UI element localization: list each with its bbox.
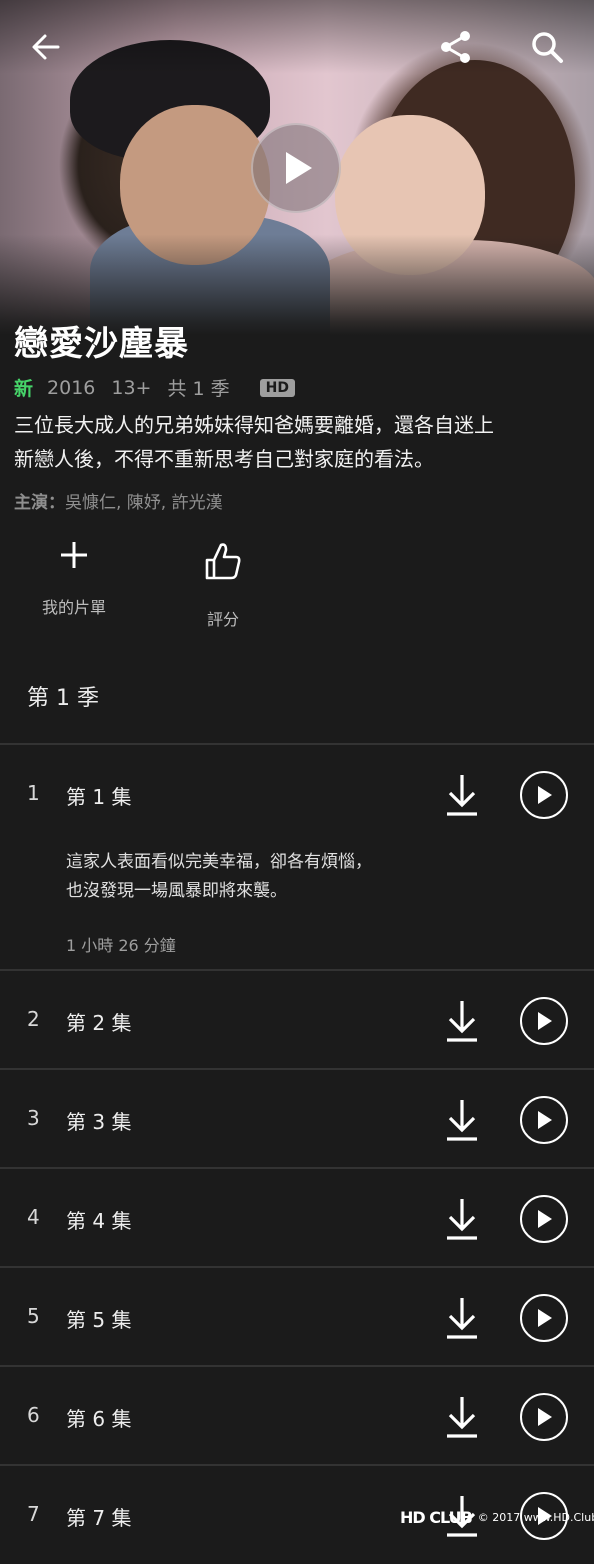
episode-row[interactable]: 6 第 6 集 <box>0 1367 594 1465</box>
synopsis: 三位長大成人的兄弟姊妹得知爸媽要離婚，還各自迷上 新戀人後，不得不重新思考自己對… <box>14 413 494 471</box>
watermark-text: © 2017 www.HD.Club.tw <box>477 1511 594 1524</box>
episode-title: 第 7 集 <box>66 1506 132 1530</box>
watermark-logo: HD CLUB <box>400 1508 473 1527</box>
arrow-left-icon <box>32 34 60 60</box>
thumbs-up-icon <box>205 543 241 580</box>
search-icon <box>532 32 563 63</box>
back-button[interactable] <box>24 25 68 69</box>
episode-number: 4 <box>27 1205 40 1229</box>
download-icon[interactable] <box>441 1294 483 1342</box>
show-meta: 新 2016 13+ 共 1 季 HD <box>14 374 295 401</box>
play-icon <box>538 1408 552 1426</box>
episode-description: 這家人表面看似完美幸福，卻各有煩惱， 也沒發現一場風暴即將來襲。 <box>66 852 372 901</box>
episode-row[interactable]: 2 第 2 集 <box>0 971 594 1069</box>
download-icon[interactable] <box>441 1393 483 1441</box>
episode-number: 1 <box>27 781 40 805</box>
maturity-rating: 13+ <box>111 376 152 399</box>
play-icon <box>538 1111 552 1129</box>
release-year: 2016 <box>47 376 96 399</box>
share-button[interactable] <box>434 25 478 69</box>
new-badge: 新 <box>14 378 34 400</box>
download-icon[interactable] <box>441 997 483 1045</box>
download-icon[interactable] <box>441 1195 483 1243</box>
cast-line: 主演：吳慷仁, 陳妤, 許光漢 <box>14 488 223 513</box>
episode-title: 第 4 集 <box>66 1209 132 1233</box>
play-icon <box>538 1012 552 1030</box>
episode-play-button[interactable] <box>520 1393 568 1441</box>
episode-number: 7 <box>27 1502 40 1526</box>
episode-duration: 1 小時 26 分鐘 <box>66 936 176 955</box>
search-button[interactable] <box>525 25 569 69</box>
show-title: 戀愛沙塵暴 <box>14 324 189 364</box>
plus-icon <box>61 542 87 568</box>
season-count: 共 1 季 <box>167 378 230 400</box>
episode-play-button[interactable] <box>520 1294 568 1342</box>
share-icon <box>441 31 470 63</box>
rate-label: 評分 <box>206 610 239 629</box>
episode-row[interactable]: 1 第 1 集 <box>0 745 594 843</box>
episode-title: 第 5 集 <box>66 1308 132 1332</box>
episode-play-button[interactable] <box>520 1096 568 1144</box>
episode-number: 2 <box>27 1007 40 1031</box>
play-icon <box>538 1309 552 1327</box>
episode-row[interactable]: 5 第 5 集 <box>0 1268 594 1366</box>
hero-play-button[interactable] <box>251 123 341 213</box>
watermark: HD CLUB © 2017 www.HD.Club.tw <box>400 1508 594 1527</box>
play-icon <box>286 152 312 184</box>
episode-play-button[interactable] <box>520 997 568 1045</box>
rate-button[interactable]: 評分 <box>163 540 283 630</box>
play-icon <box>538 786 552 804</box>
my-list-button[interactable]: 我的片單 <box>14 540 134 618</box>
season-selector[interactable]: 第 1 季 <box>27 680 99 712</box>
my-list-label: 我的片單 <box>41 598 106 617</box>
download-icon[interactable] <box>441 1096 483 1144</box>
episode-title: 第 6 集 <box>66 1407 132 1431</box>
episode-title: 第 3 集 <box>66 1110 132 1134</box>
episode-number: 3 <box>27 1106 40 1130</box>
episode-number: 6 <box>27 1403 40 1427</box>
episode-title: 第 2 集 <box>66 1011 132 1035</box>
episode-play-button[interactable] <box>520 771 568 819</box>
episode-row[interactable]: 3 第 3 集 <box>0 1070 594 1168</box>
episode-play-button[interactable] <box>520 1195 568 1243</box>
cast-names: 吳慷仁, 陳妤, 許光漢 <box>65 493 223 513</box>
episode-number: 5 <box>27 1304 40 1328</box>
play-icon <box>538 1210 552 1228</box>
cast-label: 主演： <box>14 493 65 513</box>
episode-row[interactable]: 4 第 4 集 <box>0 1169 594 1267</box>
episode-title: 第 1 集 <box>66 785 132 809</box>
hd-badge: HD <box>259 378 295 397</box>
download-icon[interactable] <box>441 771 483 819</box>
